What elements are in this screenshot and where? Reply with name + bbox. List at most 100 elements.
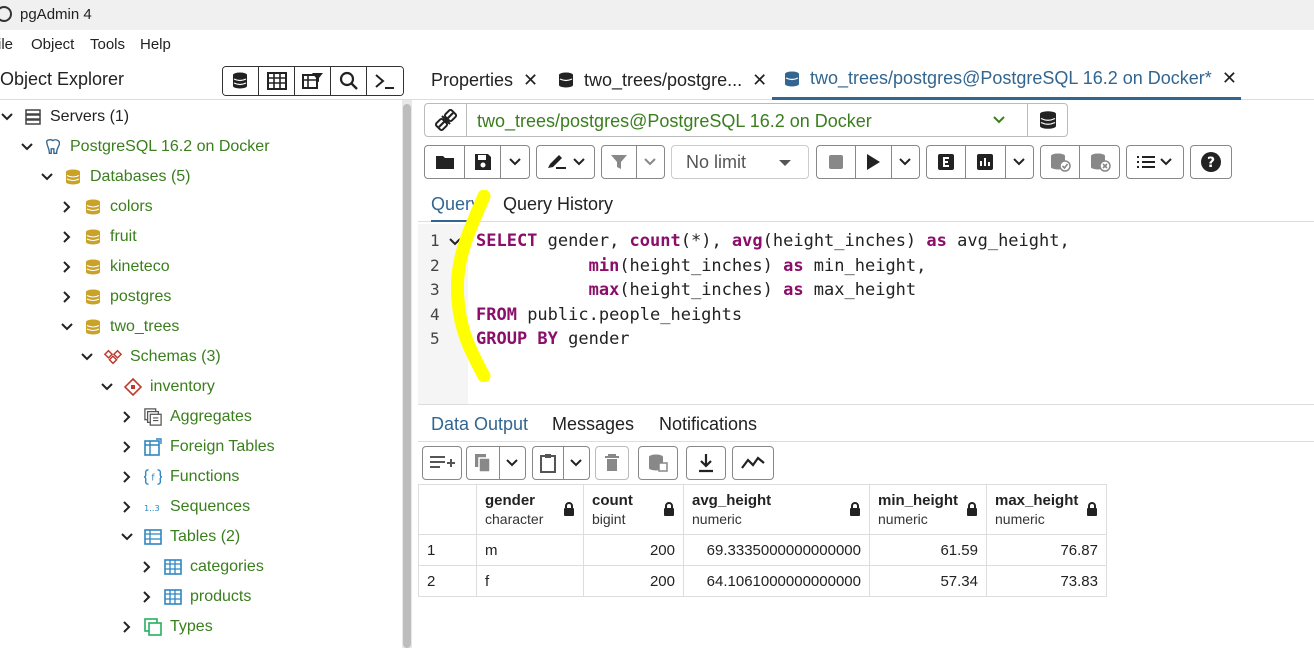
cell-avg-height[interactable]: 69.3335000000000000 [683,534,870,566]
limit-select[interactable]: No limit [671,145,809,179]
close-icon[interactable]: ✕ [752,70,767,91]
tree-item-postgres[interactable]: postgres [60,282,171,312]
copy-icon[interactable] [467,447,500,479]
tree-item-categories[interactable]: categories [140,552,264,582]
scrollbar-thumb[interactable] [403,104,411,648]
tree-item-colors[interactable]: colors [60,192,153,222]
search-icon[interactable] [331,67,367,95]
chevron-down-icon[interactable] [40,170,54,184]
code-line[interactable]: max(height_inches) as max_height [476,280,917,300]
chevron-right-icon[interactable] [60,200,74,214]
chevron-right-icon[interactable] [120,410,134,424]
execute-play-icon[interactable] [856,146,892,178]
row-number[interactable]: 2 [418,565,477,597]
menu-tools[interactable]: Tools [90,36,125,53]
chevron-down-icon[interactable] [100,380,114,394]
column-header-avg-height[interactable]: avg_height numeric [683,484,870,535]
cell-gender[interactable]: m [476,534,584,566]
tree-item-products[interactable]: products [140,582,251,612]
chevron-right-icon[interactable] [120,620,134,634]
close-icon[interactable]: ✕ [523,70,538,91]
delete-icon[interactable] [596,447,628,479]
rollback-icon[interactable] [1080,146,1119,178]
explain-icon[interactable] [927,146,967,178]
connection-status-icon[interactable] [425,104,467,136]
cell-min-height[interactable]: 61.59 [869,534,987,566]
tab-messages[interactable]: Messages [552,414,634,435]
chevron-down-icon[interactable] [892,146,919,178]
code-line[interactable]: FROM public.people_heights [476,305,742,325]
table-row[interactable]: 1 m 200 69.3335000000000000 61.59 76.87 [418,534,1107,566]
tree-item-postgresql-16-2-on-docker[interactable]: PostgreSQL 16.2 on Docker [20,132,270,162]
row-number[interactable]: 1 [418,534,477,566]
chevron-right-icon[interactable] [140,560,154,574]
chevron-down-icon[interactable] [637,146,664,178]
chevron-down-icon[interactable] [564,447,589,479]
tree-item-aggregates[interactable]: Aggregates [120,402,252,432]
chevron-down-icon[interactable] [80,350,94,364]
explain-analyze-icon[interactable] [966,146,1006,178]
tab-data-output[interactable]: Data Output [431,414,529,444]
chevron-down-icon[interactable] [1006,146,1033,178]
tree-item-databases-5[interactable]: Databases (5) [40,162,191,192]
edit-pen-icon[interactable] [537,146,594,178]
tree-item-kineteco[interactable]: kineteco [60,252,170,282]
tree-item-fruit[interactable]: fruit [60,222,137,252]
tree-item-inventory[interactable]: inventory [100,372,215,402]
cell-count[interactable]: 200 [583,565,684,597]
chevron-right-icon[interactable] [120,500,134,514]
macros-list-icon[interactable] [1127,146,1183,178]
tab-properties[interactable]: Properties ✕ [431,60,538,100]
filtered-rows-icon[interactable] [295,67,331,95]
tab-query-tool-active[interactable]: two_trees/postgres@PostgreSQL 16.2 on Do… [772,60,1241,100]
column-header-min-height[interactable]: min_height numeric [869,484,987,535]
chevron-down-icon[interactable] [120,530,134,544]
column-header-gender[interactable]: gender character [476,484,584,535]
chevron-down-icon[interactable] [501,146,529,178]
save-data-icon[interactable] [639,447,677,479]
cell-count[interactable]: 200 [583,534,684,566]
download-icon[interactable] [687,447,725,479]
cell-max-height[interactable]: 76.87 [986,534,1107,566]
save-icon[interactable] [465,146,501,178]
open-file-icon[interactable] [425,146,465,178]
chevron-right-icon[interactable] [140,590,154,604]
cell-min-height[interactable]: 57.34 [869,565,987,597]
code-line[interactable]: min(height_inches) as min_height, [476,256,927,276]
column-header-max-height[interactable]: max_height numeric [986,484,1107,535]
table-icon[interactable] [259,67,295,95]
database-query-icon[interactable] [223,67,259,95]
filter-icon[interactable] [602,146,637,178]
column-header-count[interactable]: count bigint [583,484,684,535]
tab-query-history[interactable]: Query History [503,194,613,215]
tree-item-tables-2[interactable]: Tables (2) [120,522,240,552]
chevron-right-icon[interactable] [60,290,74,304]
menu-file[interactable]: ile [0,36,13,53]
tree-item-servers-1[interactable]: Servers (1) [0,102,129,132]
chevron-right-icon[interactable] [60,260,74,274]
tree-item-functions[interactable]: f Functions [120,462,239,492]
tree-item-sequences[interactable]: 1..3 Sequences [120,492,250,522]
chevron-down-icon[interactable] [0,110,14,124]
chevron-down-icon[interactable] [991,112,1007,128]
commit-icon[interactable] [1041,146,1081,178]
cell-gender[interactable]: f [476,565,584,597]
menu-help[interactable]: Help [140,36,171,53]
tree-item-types[interactable]: Types [120,612,213,642]
chevron-down-icon[interactable] [20,140,34,154]
menu-object[interactable]: Object [31,36,74,53]
help-icon[interactable]: ? [1191,146,1231,178]
terminal-icon[interactable] [367,67,403,95]
chevron-down-icon[interactable] [500,447,525,479]
cell-avg-height[interactable]: 64.1061000000000000 [683,565,870,597]
paste-icon[interactable] [533,447,564,479]
connection-selector[interactable]: two_trees/postgres@PostgreSQL 16.2 on Do… [424,103,1068,137]
database-icon[interactable] [1027,104,1067,136]
chevron-right-icon[interactable] [60,230,74,244]
tree-item-foreign-tables[interactable]: Foreign Tables [120,432,275,462]
tree-item-two-trees[interactable]: two_trees [60,312,179,342]
tree-item-schemas-3[interactable]: Schemas (3) [80,342,221,372]
tree-scrollbar[interactable] [402,100,412,648]
chevron-down-icon[interactable] [60,320,74,334]
cell-max-height[interactable]: 73.83 [986,565,1107,597]
